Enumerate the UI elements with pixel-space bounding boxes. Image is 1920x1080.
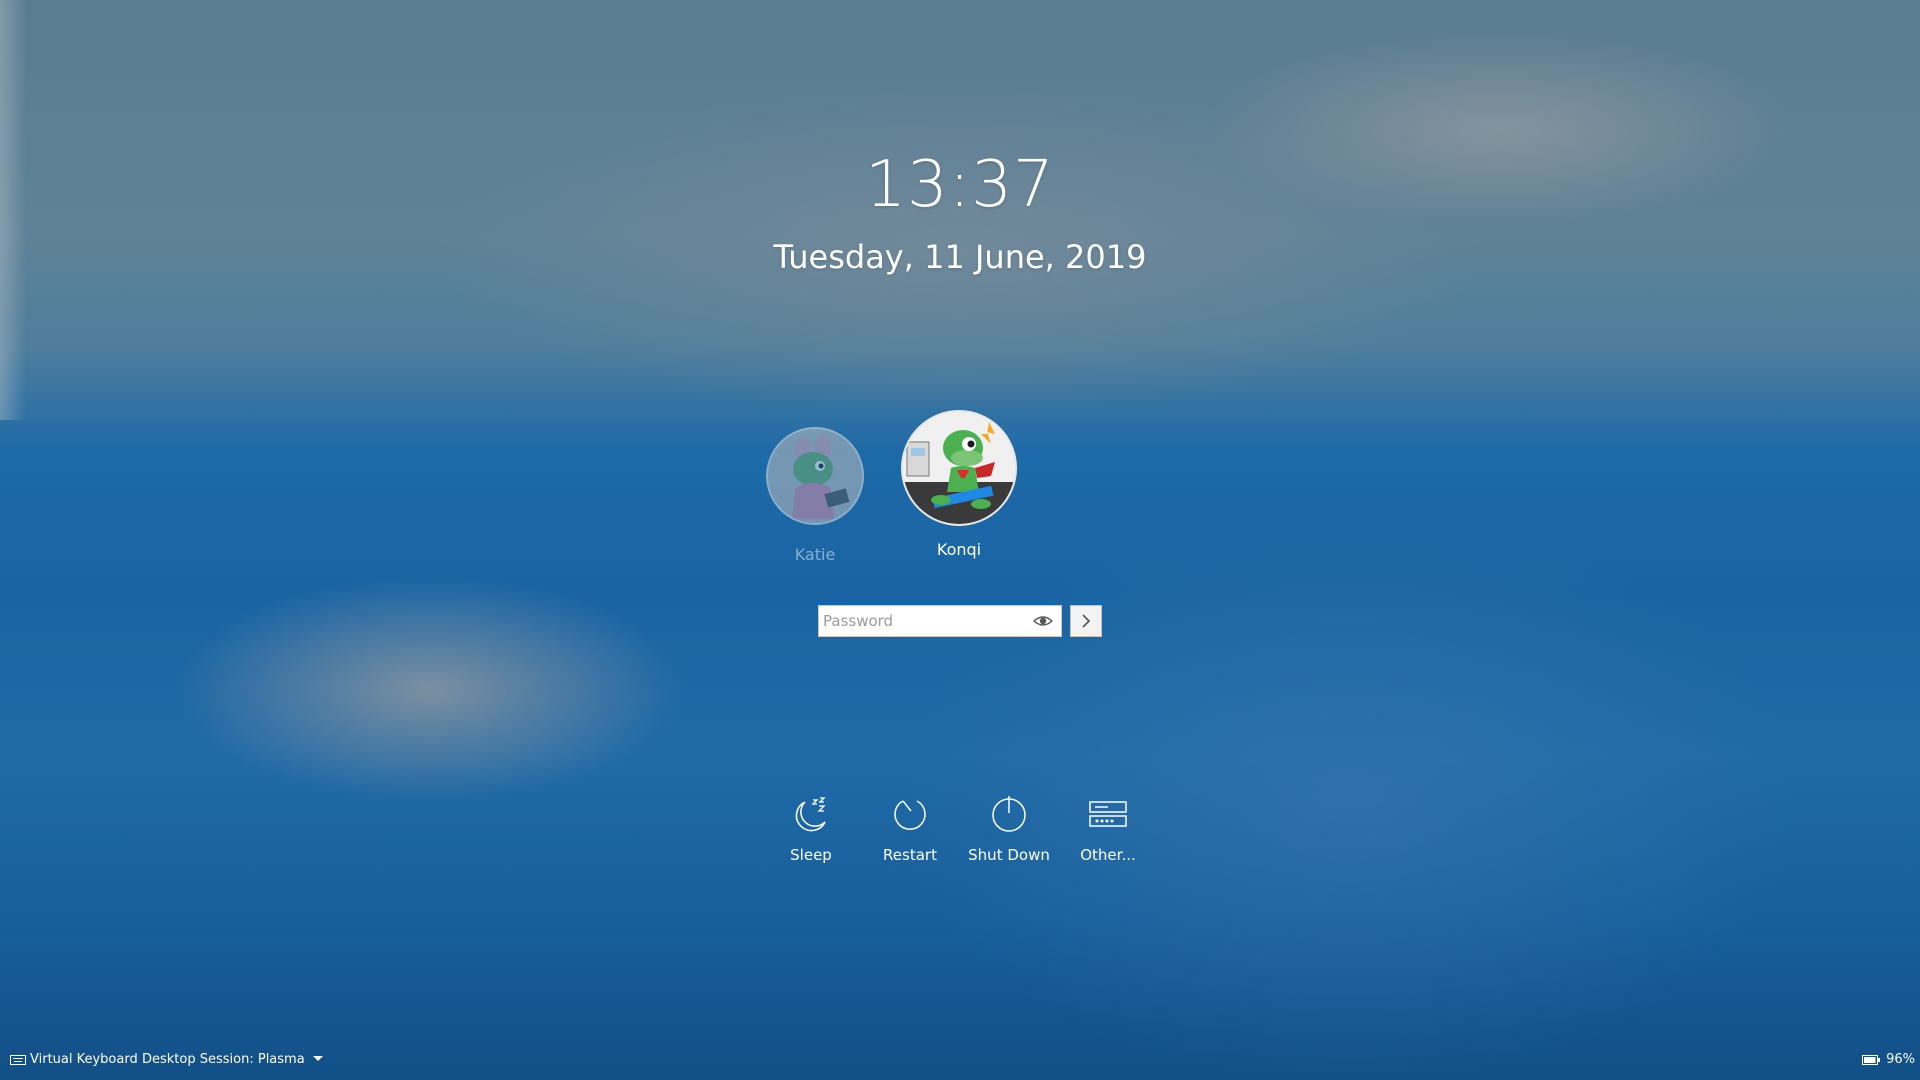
password-input[interactable] [819, 606, 1027, 636]
user-katie[interactable]: Katie [760, 427, 870, 564]
battery-icon [1862, 1055, 1881, 1065]
battery-label: 96% [1886, 1052, 1915, 1067]
virtual-keyboard-label: Virtual Keyboard [30, 1052, 138, 1067]
katie-avatar [766, 427, 864, 525]
user-name-konqi: Konqi [936, 540, 982, 559]
restart-label: Restart [883, 846, 937, 864]
password-box [818, 605, 1062, 637]
session-selector[interactable]: Desktop Session: Plasma [142, 1052, 323, 1067]
restart-icon [890, 794, 930, 834]
katie-avatar-icon [768, 429, 862, 523]
login-submit-button[interactable] [1070, 605, 1102, 637]
clock-date: Tuesday, 11 June, 2019 [773, 238, 1147, 276]
restart-button[interactable]: Restart [860, 794, 960, 864]
user-konqi[interactable]: Konqi [896, 410, 1022, 559]
other-button[interactable]: Other... [1058, 794, 1158, 864]
keyboard-icon [10, 1055, 26, 1065]
sleep-button[interactable]: Sleep [761, 794, 861, 864]
other-label: Other... [1080, 846, 1136, 864]
sleep-icon [791, 794, 831, 834]
session-label: Desktop Session: Plasma [142, 1052, 305, 1067]
shutdown-button[interactable]: Shut Down [959, 794, 1059, 864]
arrow-right-icon [1082, 614, 1091, 628]
konqi-avatar [901, 410, 1017, 526]
konqi-avatar-icon [903, 412, 1015, 524]
clock-time: 13:37 [865, 148, 1055, 222]
bottom-bar: Virtual Keyboard Desktop Session: Plasma… [0, 1050, 1920, 1072]
shutdown-icon [989, 794, 1029, 834]
eye-icon[interactable] [1032, 612, 1054, 630]
battery-indicator: 96% [1862, 1052, 1915, 1067]
virtual-keyboard-button[interactable]: Virtual Keyboard [10, 1052, 138, 1067]
shutdown-label: Shut Down [968, 846, 1050, 864]
sleep-label: Sleep [790, 846, 832, 864]
user-name-katie: Katie [794, 545, 836, 564]
chevron-down-icon [312, 1056, 323, 1061]
other-icon [1088, 794, 1128, 834]
